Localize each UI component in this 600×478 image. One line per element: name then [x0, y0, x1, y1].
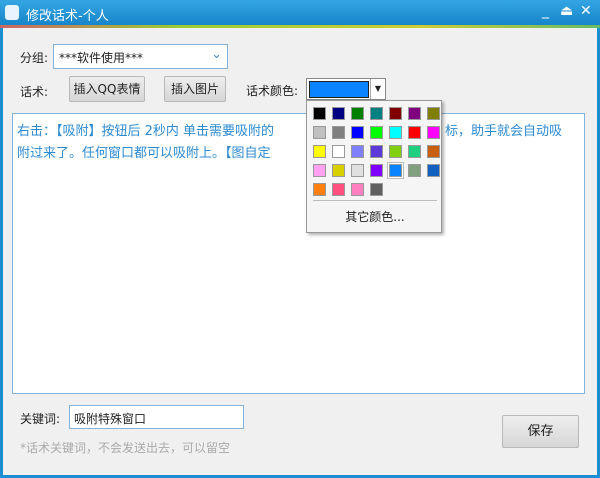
minimize-button[interactable]: _ — [542, 3, 549, 19]
color-swatch[interactable] — [388, 163, 403, 178]
dropdown-arrow-icon[interactable]: ▼ — [370, 79, 385, 99]
content-line: 右击：【吸附】按钮后 2秒内 单击需要吸附的 — [17, 124, 275, 139]
color-swatch[interactable] — [332, 164, 345, 177]
color-swatch[interactable] — [389, 107, 402, 120]
color-swatch[interactable] — [408, 126, 421, 139]
color-label: 话术颜色: — [246, 84, 299, 98]
dialog-window: 修改话术-个人 _ ⏏ ✕ 分组: ***软件使用*** ⌄ 话术: 插入QQ表情… — [0, 0, 600, 478]
maximize-button[interactable]: ⏏ — [560, 3, 573, 19]
app-icon — [5, 5, 19, 20]
insert-emoji-button[interactable]: 插入QQ表情 — [69, 76, 145, 102]
color-swatch[interactable] — [351, 107, 364, 120]
color-swatch[interactable] — [370, 164, 383, 177]
color-swatch[interactable] — [313, 126, 326, 139]
color-swatch[interactable] — [408, 164, 421, 177]
group-select[interactable]: ***软件使用*** ⌄ — [53, 44, 228, 69]
more-colors-button[interactable]: 其它颜色... — [307, 208, 443, 225]
color-swatch[interactable] — [351, 164, 364, 177]
color-swatch[interactable] — [332, 107, 345, 120]
color-swatch[interactable] — [370, 107, 383, 120]
color-swatch[interactable] — [427, 164, 440, 177]
title-bar[interactable]: 修改话术-个人 _ ⏏ ✕ — [0, 0, 600, 26]
content-line: 标，助手就会自动吸 — [445, 124, 563, 139]
keyword-label: 关键词: — [20, 412, 61, 426]
color-swatch[interactable] — [370, 145, 383, 158]
chevron-down-icon: ⌄ — [211, 47, 222, 62]
color-swatch[interactable] — [427, 126, 440, 139]
group-label: 分组: — [20, 51, 49, 65]
color-swatch[interactable] — [313, 107, 326, 120]
divider — [313, 200, 437, 201]
keyword-hint: *话术关键词，不会发送出去，可以留空 — [20, 441, 231, 455]
color-swatch[interactable] — [370, 183, 383, 196]
color-swatch[interactable] — [408, 145, 421, 158]
color-swatch[interactable] — [351, 183, 364, 196]
insert-image-button[interactable]: 插入图片 — [164, 76, 226, 102]
group-value: ***软件使用*** — [59, 51, 144, 65]
script-label: 话术: — [20, 85, 49, 99]
keyword-input[interactable]: 吸附特殊窗口 — [69, 405, 244, 429]
selected-color-swatch — [309, 81, 369, 98]
color-swatch[interactable] — [313, 183, 326, 196]
content-line: 附过来了。任何窗口都可以吸附上。【图自定 — [17, 146, 271, 161]
color-swatch[interactable] — [427, 145, 440, 158]
color-swatch[interactable] — [351, 145, 364, 158]
color-swatch[interactable] — [332, 183, 345, 196]
script-content-editor[interactable]: 右击：【吸附】按钮后 2秒内 单击需要吸附的 标，助手就会自动吸 附过来了。任何… — [12, 113, 585, 394]
color-swatch[interactable] — [408, 107, 421, 120]
save-button[interactable]: 保存 — [502, 415, 579, 448]
window-title: 修改话术-个人 — [26, 9, 109, 24]
color-swatch[interactable] — [351, 126, 364, 139]
color-picker[interactable]: ▼ — [306, 78, 386, 100]
color-swatch[interactable] — [332, 145, 345, 158]
color-swatch[interactable] — [332, 126, 345, 139]
color-popup: 其它颜色... — [306, 100, 442, 233]
color-swatch[interactable] — [389, 145, 402, 158]
close-button[interactable]: ✕ — [580, 3, 592, 19]
color-swatch[interactable] — [389, 126, 402, 139]
color-swatch[interactable] — [313, 164, 326, 177]
color-swatch[interactable] — [313, 145, 326, 158]
color-swatch[interactable] — [427, 107, 440, 120]
color-swatch[interactable] — [370, 126, 383, 139]
